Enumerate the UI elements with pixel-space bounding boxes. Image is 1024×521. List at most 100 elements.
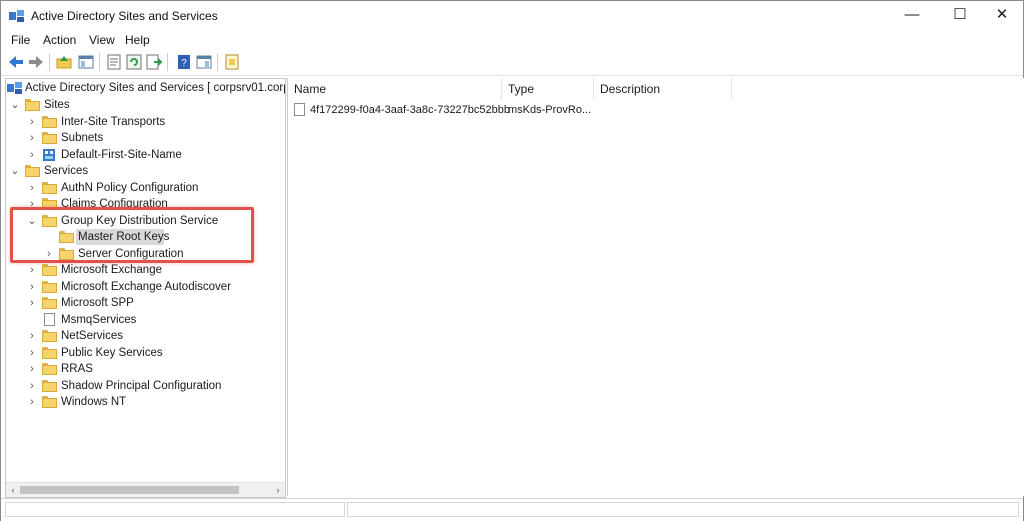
tree-item-label: Subnets: [61, 132, 104, 144]
tree-item-authn-policy-configuration[interactable]: › AuthN Policy Configuration: [6, 180, 285, 196]
menu-action[interactable]: Action: [43, 33, 76, 47]
expand-chevron-icon[interactable]: ›: [27, 114, 37, 130]
properties-icon[interactable]: [105, 53, 123, 71]
expand-chevron-icon[interactable]: ›: [27, 295, 37, 311]
details-list[interactable]: Name Type Description 4f172299-f0a4-3aaf…: [287, 78, 1024, 496]
folder-icon: [42, 379, 57, 392]
tree-item-label: Microsoft Exchange Autodiscover: [61, 280, 232, 293]
tree-item-public-key-services[interactable]: › Public Key Services: [6, 345, 285, 361]
expand-chevron-icon[interactable]: ›: [27, 361, 37, 377]
column-header-description[interactable]: Description: [594, 78, 732, 100]
expand-chevron-icon[interactable]: ›: [27, 328, 37, 344]
folder-icon: [42, 264, 57, 276]
scroll-right-arrow[interactable]: ›: [271, 483, 285, 497]
toolbar-separator: [167, 53, 168, 71]
help-icon[interactable]: ?: [175, 53, 193, 71]
ad-sites-root-icon: [7, 82, 22, 94]
export-list-icon[interactable]: [145, 53, 163, 71]
tree-item-services[interactable]: ⌄ Services: [6, 163, 285, 179]
tree-horizontal-scrollbar[interactable]: ‹ ›: [6, 482, 285, 497]
expand-chevron-icon[interactable]: ›: [27, 378, 37, 394]
column-header-type[interactable]: Type: [502, 78, 594, 100]
tree-item-netservices[interactable]: › NetServices: [6, 328, 285, 344]
window-title: Active Directory Sites and Services: [31, 9, 218, 23]
list-item-type: msKds-ProvRo...: [508, 104, 592, 116]
folder-icon: [42, 280, 57, 293]
document-icon: [44, 312, 55, 326]
tree-item-label: Shadow Principal Configuration: [61, 379, 222, 392]
folder-icon: [42, 363, 57, 375]
expand-chevron-icon[interactable]: ›: [27, 345, 37, 361]
toolbar-separator: [49, 53, 50, 71]
tree-item-label: MsmqServices: [61, 313, 137, 326]
site-icon: [43, 148, 55, 161]
tree-item-label: Sites: [44, 99, 70, 111]
ad-sites-app-icon: [9, 10, 24, 22]
tree-item-microsoft-spp[interactable]: › Microsoft SPP: [6, 295, 285, 311]
folder-icon: [25, 165, 40, 177]
up-folder-icon[interactable]: [55, 53, 73, 71]
expand-chevron-icon[interactable]: ›: [27, 279, 37, 295]
tree-item-inter-site-transports[interactable]: › Inter-Site Transports: [6, 114, 285, 130]
list-item[interactable]: 4f172299-f0a4-3aaf-3a8c-73227bc52bbb msK…: [292, 102, 592, 118]
tree-item-label: NetServices: [61, 330, 123, 342]
new-object-icon[interactable]: [223, 53, 241, 71]
collapse-chevron-icon[interactable]: ⌄: [10, 163, 20, 179]
tree-item-label: Microsoft SPP: [61, 297, 134, 309]
folder-icon: [42, 132, 57, 144]
folder-icon: [25, 99, 40, 111]
tree-item-label: Default-First-Site-Name: [61, 148, 182, 161]
expand-chevron-icon[interactable]: ›: [27, 262, 37, 278]
tree-item-sites[interactable]: ⌄ Sites: [6, 97, 285, 113]
scroll-left-arrow[interactable]: ‹: [6, 483, 20, 497]
title-bar: Active Directory Sites and Services — ☐ …: [1, 1, 1023, 31]
menu-help[interactable]: Help: [125, 33, 150, 47]
tree-item-microsoft-exchange-autodiscover[interactable]: › Microsoft Exchange Autodiscover: [6, 279, 285, 295]
svg-text:?: ?: [181, 58, 187, 69]
refresh-icon[interactable]: [125, 53, 143, 71]
toolbar: ?: [1, 49, 1023, 76]
minimize-button[interactable]: —: [891, 1, 933, 31]
maximize-button[interactable]: ☐: [939, 1, 981, 31]
scrollbar-thumb[interactable]: [20, 486, 239, 494]
tree-item-label: Microsoft Exchange: [61, 264, 162, 276]
console-tree[interactable]: Active Directory Sites and Services [ co…: [5, 78, 286, 498]
folder-icon: [42, 330, 57, 342]
column-header-name[interactable]: Name: [288, 78, 502, 100]
forward-icon[interactable]: [27, 53, 45, 71]
toolbar-separator: [217, 53, 218, 71]
menu-bar: File Action View Help: [1, 31, 1023, 49]
folder-icon: [42, 346, 57, 359]
tree-item-microsoft-exchange[interactable]: › Microsoft Exchange: [6, 262, 285, 278]
toolbar-separator: [99, 53, 100, 71]
tree-root-label: Active Directory Sites and Services [ co…: [25, 82, 286, 94]
tree-item-windows-nt[interactable]: › Windows NT: [6, 394, 285, 410]
tree-item-rras[interactable]: › RRAS: [6, 361, 285, 377]
folder-icon: [42, 297, 57, 309]
tree-item-default-first-site-name[interactable]: › Default-First-Site-Name: [6, 147, 285, 163]
back-icon[interactable]: [7, 53, 25, 71]
expand-chevron-icon[interactable]: ›: [27, 180, 37, 196]
tree-item-label: Public Key Services: [61, 346, 163, 359]
show-hide-tree-icon[interactable]: [77, 53, 95, 71]
tree-item-subnets[interactable]: › Subnets: [6, 130, 285, 146]
menu-view[interactable]: View: [89, 33, 115, 47]
expand-chevron-icon: [27, 312, 37, 328]
highlight-box: [10, 207, 254, 263]
expand-chevron-icon[interactable]: ›: [27, 147, 37, 163]
object-icon: [294, 103, 305, 116]
menu-file[interactable]: File: [11, 33, 30, 47]
collapse-chevron-icon[interactable]: ⌄: [10, 97, 20, 113]
close-button[interactable]: ✕: [981, 1, 1023, 31]
tree-item-shadow-principal-configuration[interactable]: › Shadow Principal Configuration: [6, 378, 285, 394]
folder-icon: [42, 115, 57, 128]
tree-item-label: Windows NT: [61, 396, 127, 408]
tree-item-label: Services: [44, 165, 89, 177]
expand-chevron-icon[interactable]: ›: [27, 394, 37, 410]
show-hide-action-pane-icon[interactable]: [195, 53, 213, 71]
tree-item-label: RRAS: [61, 363, 93, 375]
expand-chevron-icon[interactable]: ›: [27, 130, 37, 146]
tree-item-msmqservices[interactable]: MsmqServices: [6, 312, 285, 328]
folder-icon: [42, 181, 57, 194]
status-bar: [1, 498, 1023, 521]
